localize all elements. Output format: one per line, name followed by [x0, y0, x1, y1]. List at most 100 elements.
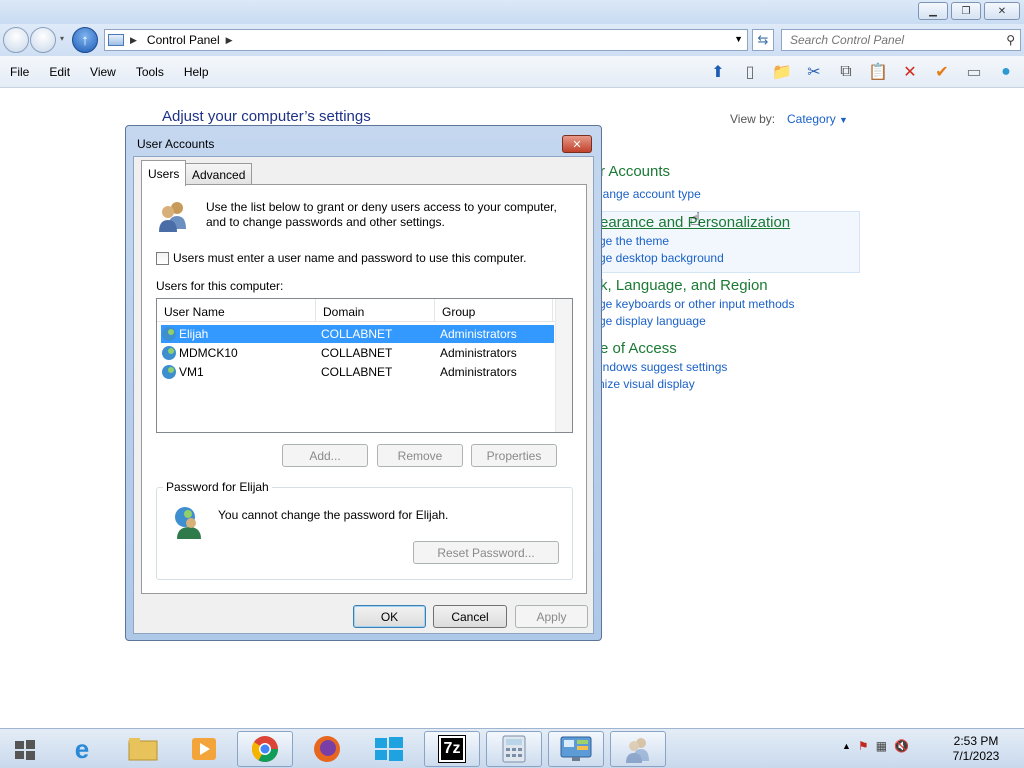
- action-center-icon[interactable]: ⚑: [858, 739, 869, 753]
- user-globe-icon: [162, 365, 176, 379]
- apply-button[interactable]: Apply: [515, 605, 588, 628]
- chrome-taskbar-button[interactable]: [237, 731, 293, 767]
- link-change-theme[interactable]: ge the theme: [599, 234, 669, 248]
- category-user-accounts[interactable]: r Accounts: [600, 163, 670, 180]
- properties-icon[interactable]: ▭: [962, 60, 986, 84]
- internet-explorer-icon: e: [74, 733, 90, 764]
- file-explorer-taskbar-button[interactable]: [115, 731, 171, 767]
- cut-icon[interactable]: ✂: [802, 60, 826, 84]
- tab-users[interactable]: Users: [141, 160, 187, 186]
- address-dropdown-icon[interactable]: ▼: [734, 34, 743, 44]
- media-player-taskbar-button[interactable]: [176, 731, 232, 767]
- folder-icon: [128, 738, 158, 761]
- view-by-label: View by:: [730, 112, 776, 126]
- link-change-keyboards[interactable]: ge keyboards or other input methods: [599, 297, 794, 311]
- dialog-close-button[interactable]: ✕: [562, 135, 592, 153]
- start-button[interactable]: [8, 737, 42, 763]
- user-globe-icon: [162, 346, 176, 360]
- ok-button[interactable]: OK: [353, 605, 426, 628]
- copy-icon[interactable]: ⧉: [834, 60, 858, 84]
- cancel-button[interactable]: Cancel: [433, 605, 507, 628]
- network-icon[interactable]: ▦: [876, 739, 887, 753]
- firefox-taskbar-button[interactable]: [299, 731, 355, 767]
- require-login-checkbox[interactable]: [156, 251, 169, 265]
- up-level-button[interactable]: ↑: [72, 27, 98, 53]
- require-login-label[interactable]: Users must enter a user name and passwor…: [173, 251, 527, 265]
- checkmark-icon[interactable]: ✔: [930, 60, 954, 84]
- search-icon[interactable]: ⚲: [1006, 33, 1015, 47]
- category-ease-of-access[interactable]: e of Access: [600, 340, 677, 357]
- control-panel-icon: [108, 34, 124, 46]
- menu-help[interactable]: Help: [174, 65, 219, 79]
- close-window-button[interactable]: ✕: [984, 2, 1020, 20]
- breadcrumb-chevron-icon[interactable]: ▶: [226, 35, 233, 46]
- up-arrow-icon[interactable]: ⬆: [706, 60, 730, 84]
- globe-icon[interactable]: ●: [994, 60, 1018, 84]
- reset-password-button[interactable]: Reset Password...: [413, 541, 559, 564]
- history-dropdown-icon[interactable]: ▾: [60, 34, 64, 43]
- add-user-button[interactable]: Add...: [282, 444, 368, 467]
- 7zip-taskbar-button[interactable]: 7z: [424, 731, 480, 767]
- link-change-account-type[interactable]: hange account type: [596, 187, 701, 201]
- remove-user-button[interactable]: Remove: [377, 444, 463, 467]
- volume-muted-icon[interactable]: 🔇: [894, 739, 909, 753]
- internet-explorer-taskbar-button[interactable]: e: [54, 731, 110, 767]
- users-icon: [159, 202, 186, 232]
- link-change-desktop-background[interactable]: ge desktop background: [599, 251, 724, 265]
- category-clock-language-region[interactable]: k, Language, and Region: [600, 277, 768, 294]
- search-field[interactable]: ⚲: [781, 29, 1021, 51]
- view-by-dropdown[interactable]: Category ▼: [787, 112, 848, 126]
- menu-bar: File Edit View Tools Help ⬆ ▯ 📁 ✂ ⧉ 📋 ✕ …: [0, 56, 1024, 88]
- users-list[interactable]: User Name Domain Group Elijah COLLABNET …: [156, 298, 573, 433]
- menu-edit[interactable]: Edit: [39, 65, 80, 79]
- breadcrumb-chevron-icon[interactable]: ▶: [130, 35, 137, 46]
- cell-group: Administrators: [440, 346, 517, 360]
- link-windows-suggest-settings[interactable]: indows suggest settings: [600, 360, 727, 374]
- minimize-button[interactable]: ▁: [918, 2, 948, 20]
- folder-options-icon[interactable]: 📁: [770, 60, 794, 84]
- users-tab-panel: Use the list below to grant or deny user…: [141, 184, 587, 594]
- search-input[interactable]: [790, 33, 990, 47]
- hand-cursor-icon: ☝: [690, 209, 701, 229]
- cell-group: Administrators: [440, 327, 517, 341]
- clock[interactable]: 2:53 PM 7/1/2023: [940, 734, 1012, 764]
- paste-icon[interactable]: 📋: [866, 60, 890, 84]
- chevron-down-icon[interactable]: ▼: [839, 115, 848, 125]
- forward-button[interactable]: [30, 27, 56, 53]
- column-domain[interactable]: Domain: [316, 299, 435, 322]
- refresh-button[interactable]: ⇆: [752, 29, 774, 51]
- control-panel-icon: [560, 736, 592, 761]
- delete-icon[interactable]: ✕: [898, 60, 922, 84]
- back-button[interactable]: [3, 27, 29, 53]
- calculator-taskbar-button[interactable]: [486, 731, 542, 767]
- view-by-value[interactable]: Category: [787, 112, 836, 126]
- user-accounts-taskbar-button[interactable]: [610, 731, 666, 767]
- table-row[interactable]: Elijah COLLABNET Administrators: [161, 325, 554, 343]
- address-bar[interactable]: ▶ Control Panel ▶ ▼: [104, 29, 748, 51]
- properties-button[interactable]: Properties: [471, 444, 557, 467]
- restore-button[interactable]: ❐: [951, 2, 981, 20]
- link-change-display-language[interactable]: ge display language: [599, 314, 706, 328]
- cell-user-name: VM1: [179, 365, 204, 379]
- menu-view[interactable]: View: [80, 65, 126, 79]
- show-hidden-icons-icon[interactable]: ▲: [842, 741, 851, 751]
- panes-icon[interactable]: ▯: [738, 60, 762, 84]
- link-optimize-visual-display[interactable]: nize visual display: [598, 377, 695, 391]
- column-user-name[interactable]: User Name: [157, 299, 316, 322]
- tab-advanced[interactable]: Advanced: [185, 163, 253, 185]
- column-group[interactable]: Group: [435, 299, 553, 322]
- list-scrollbar[interactable]: [555, 299, 572, 432]
- control-panel-taskbar-button[interactable]: [548, 731, 604, 767]
- user-globe-icon: [162, 327, 176, 341]
- require-login-row[interactable]: Users must enter a user name and passwor…: [156, 251, 527, 265]
- menu-file[interactable]: File: [0, 65, 39, 79]
- cell-user-name: Elijah: [179, 327, 209, 341]
- password-group-label: Password for Elijah: [163, 480, 272, 494]
- windows-app-taskbar-button[interactable]: [361, 731, 417, 767]
- password-info-text: You cannot change the password for Elija…: [218, 508, 449, 522]
- table-row[interactable]: VM1 COLLABNET Administrators: [161, 363, 554, 381]
- breadcrumb-control-panel[interactable]: Control Panel: [147, 33, 220, 47]
- table-row[interactable]: MDMCK10 COLLABNET Administrators: [161, 344, 554, 362]
- user-globe-icon: [175, 507, 201, 539]
- menu-tools[interactable]: Tools: [126, 65, 174, 79]
